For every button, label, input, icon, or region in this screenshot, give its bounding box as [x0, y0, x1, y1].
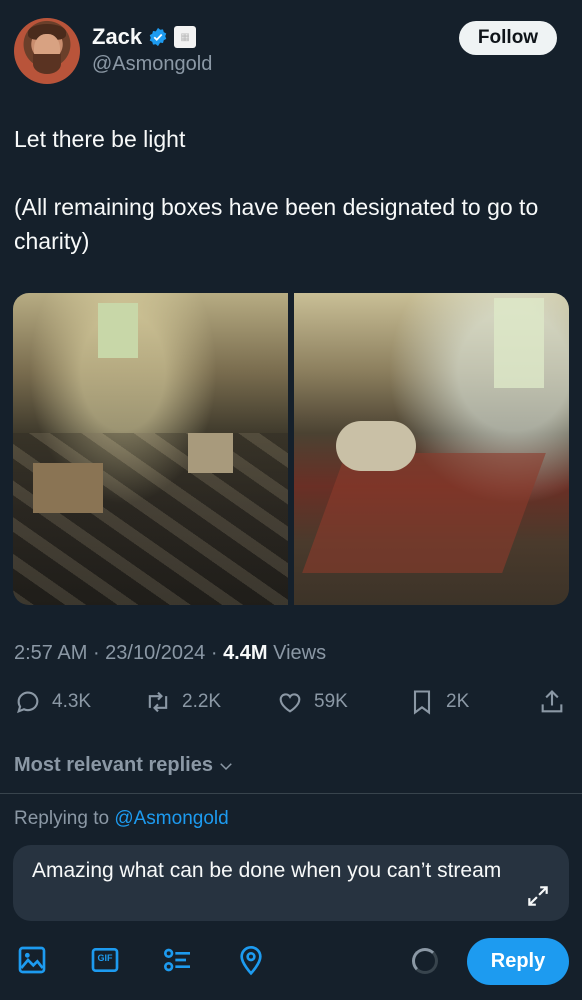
bookmark-count: 2K	[446, 691, 470, 712]
replying-prefix: Replying to	[14, 808, 110, 829]
like-action[interactable]: 59K	[276, 688, 348, 716]
retweet-icon	[148, 691, 168, 713]
like-count: 59K	[314, 691, 348, 712]
gif-icon[interactable]: GIF	[89, 944, 121, 976]
replies-sort-dropdown[interactable]: Most relevant replies	[14, 754, 235, 777]
tweet-date[interactable]: 23/10/2024	[105, 642, 205, 664]
poll-icon[interactable]	[162, 944, 194, 976]
verified-icon	[149, 27, 167, 47]
author-name[interactable]: Zack	[92, 24, 142, 50]
chevron-down-icon	[220, 762, 232, 770]
tweet-photo-2[interactable]	[294, 293, 569, 605]
replying-to: Replying to @Asmongold	[14, 808, 229, 830]
expand-icon[interactable]	[525, 883, 551, 909]
replies-sort-label[interactable]: Most relevant replies	[14, 754, 213, 777]
location-icon[interactable]	[235, 944, 267, 976]
follow-button[interactable]: Follow	[459, 21, 557, 55]
affiliate-badge-icon: ▦	[174, 26, 197, 48]
tweet-photo-1[interactable]	[13, 293, 288, 605]
retweet-count: 2.2K	[182, 691, 222, 712]
tweet-meta: 2:57 AM · 23/10/2024 · 4.4M Views	[14, 642, 327, 664]
divider	[0, 793, 582, 794]
reply-button[interactable]: Reply	[467, 938, 569, 985]
share-action[interactable]	[538, 688, 566, 716]
retweet-action[interactable]: 2.2K	[144, 688, 221, 716]
author-name-row[interactable]: Zack ▦	[92, 24, 197, 50]
reply-count: 4.3K	[52, 691, 92, 712]
avatar[interactable]	[14, 18, 80, 84]
tweet-actions: 4.3K 2.2K 59K 2K	[0, 688, 582, 724]
gif-label: GIF	[97, 953, 113, 963]
views-label: Views	[273, 642, 327, 664]
like-icon	[279, 693, 301, 713]
bookmark-action[interactable]: 2K	[408, 688, 469, 716]
image-icon[interactable]	[16, 944, 48, 976]
reply-action[interactable]: 4.3K	[14, 688, 91, 716]
reply-input[interactable]: Amazing what can be done when you can’t …	[32, 857, 502, 884]
reply-composer[interactable]: Amazing what can be done when you can’t …	[13, 845, 569, 921]
replying-handle[interactable]: @Asmongold	[114, 808, 228, 829]
author-handle[interactable]: @Asmongold	[92, 53, 212, 76]
reply-icon	[17, 691, 39, 714]
character-count-indicator	[412, 948, 438, 974]
views-count: 4.4M	[223, 642, 268, 664]
tweet-time[interactable]: 2:57 AM	[14, 642, 87, 664]
tweet-text: Let there be light (All remaining boxes …	[14, 126, 539, 254]
bookmark-icon	[413, 690, 431, 715]
share-icon	[541, 690, 563, 713]
